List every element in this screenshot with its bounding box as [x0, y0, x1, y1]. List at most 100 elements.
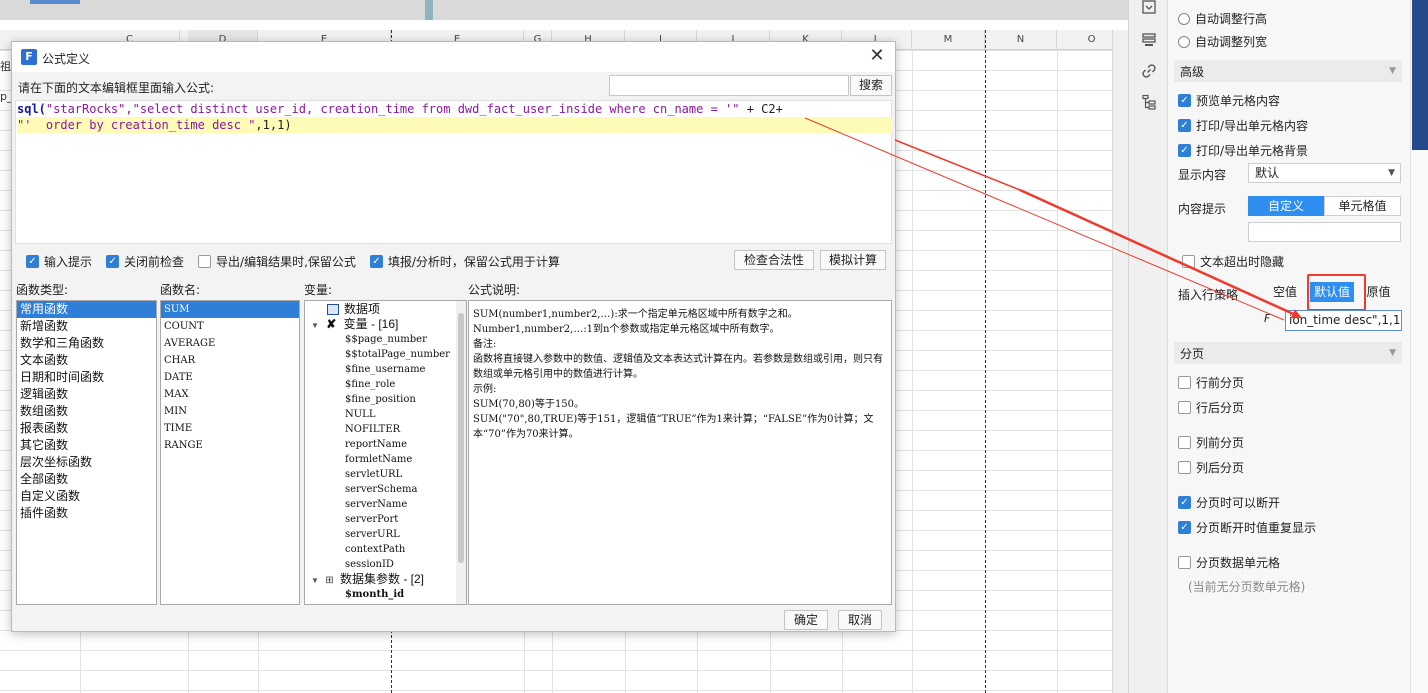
- checkbox-checked-icon[interactable]: ✓: [1178, 94, 1191, 107]
- simulate-calc-button[interactable]: 模拟计算: [820, 250, 886, 270]
- checkbox-checked-icon[interactable]: ✓: [1178, 119, 1191, 132]
- list-item[interactable]: SUM: [161, 301, 299, 318]
- checkbox-checked-icon[interactable]: ✓: [369, 255, 383, 268]
- radio-icon[interactable]: [1178, 35, 1190, 48]
- tree-leaf[interactable]: $$page_number: [305, 332, 466, 347]
- tree-leaf[interactable]: $fine_username: [305, 362, 466, 377]
- checkbox-unchecked-icon[interactable]: [198, 255, 212, 268]
- list-item[interactable]: 全部函数: [17, 471, 156, 488]
- tree-leaf[interactable]: formletName: [305, 452, 466, 467]
- checkbox-unchecked-icon[interactable]: [1178, 556, 1191, 569]
- checkbox-unchecked-icon[interactable]: [1178, 436, 1191, 449]
- page-breakable-option[interactable]: ✓ 分页时可以断开: [1178, 494, 1280, 511]
- expand-chevron-icon[interactable]: ▼: [311, 576, 319, 585]
- tree-leaf[interactable]: contextPath: [305, 542, 466, 557]
- collapse-caret-icon[interactable]: ▼: [1389, 66, 1396, 76]
- expand-chevron-icon[interactable]: ▼: [311, 321, 319, 330]
- list-item[interactable]: 插件函数: [17, 505, 156, 522]
- tree-leaf[interactable]: sessionID: [305, 557, 466, 572]
- tree-leaf[interactable]: serverURL: [305, 527, 466, 542]
- tree-leaf[interactable]: servletURL: [305, 467, 466, 482]
- search-button[interactable]: 搜索: [850, 75, 892, 96]
- checkbox-checked-icon[interactable]: ✓: [1178, 521, 1191, 534]
- scrollbar-thumb[interactable]: [458, 313, 464, 563]
- function-name-list[interactable]: SUM COUNT AVERAGE CHAR DATE MAX MIN TIME…: [160, 300, 300, 605]
- variable-tree[interactable]: 数据项 ▼ ✘ 变量 - [16] $$page_number $$totalP…: [304, 300, 467, 605]
- list-item[interactable]: 数组函数: [17, 403, 156, 420]
- overflow-hide-option[interactable]: 文本超出时隐藏: [1182, 253, 1284, 270]
- tree-leaf[interactable]: serverName: [305, 497, 466, 512]
- tree-vertical-scrollbar[interactable]: [456, 301, 466, 604]
- column-header[interactable]: M: [912, 30, 985, 50]
- tree-structure-icon[interactable]: [1141, 94, 1157, 110]
- display-content-select[interactable]: 默认 ▼: [1248, 163, 1401, 183]
- panel-vertical-scrollbar[interactable]: [1410, 0, 1428, 693]
- list-item[interactable]: AVERAGE: [161, 335, 299, 352]
- tree-leaf[interactable]: serverSchema: [305, 482, 466, 497]
- page-before-row-option[interactable]: 行前分页: [1178, 374, 1244, 391]
- list-item[interactable]: RANGE: [161, 437, 299, 454]
- tree-item-dataset-params[interactable]: ▼ ⊞ 数据集参数 - [2]: [305, 572, 466, 587]
- column-header[interactable]: N: [985, 30, 1057, 50]
- checkbox-unchecked-icon[interactable]: [1178, 401, 1191, 414]
- content-hint-input[interactable]: [1248, 222, 1401, 242]
- close-icon[interactable]: ✕: [867, 46, 887, 66]
- keep-formula-fill-option[interactable]: ✓ 填报/分析时，保留公式用于计算: [369, 253, 560, 270]
- cell-attribute-icon[interactable]: [1141, 0, 1157, 16]
- tree-leaf[interactable]: serverPort: [305, 512, 466, 527]
- list-item[interactable]: 报表函数: [17, 420, 156, 437]
- widget-settings-icon[interactable]: [1141, 32, 1157, 48]
- list-item[interactable]: DATE: [161, 369, 299, 386]
- page-before-col-option[interactable]: 列前分页: [1178, 434, 1244, 451]
- print-background-option[interactable]: ✓ 打印/导出单元格背景: [1178, 142, 1308, 159]
- checkbox-checked-icon[interactable]: ✓: [1178, 144, 1191, 157]
- radio-icon[interactable]: [1178, 12, 1190, 25]
- auto-col-width-option[interactable]: 自动调整列宽: [1178, 33, 1267, 50]
- keep-formula-export-option[interactable]: 导出/编辑结果时,保留公式: [198, 253, 356, 270]
- check-validity-button[interactable]: 检查合法性: [734, 250, 814, 270]
- dialog-titlebar[interactable]: F 公式定义 ✕: [12, 42, 895, 72]
- scrollbar-thumb[interactable]: [1412, 0, 1428, 150]
- hyperlink-icon[interactable]: [1141, 63, 1157, 79]
- hint-custom-button[interactable]: 自定义: [1248, 196, 1324, 216]
- print-content-option[interactable]: ✓ 打印/导出单元格内容: [1178, 117, 1308, 134]
- hint-cell-value-button[interactable]: 单元格值: [1324, 196, 1401, 216]
- check-before-close-option[interactable]: ✓ 关闭前检查: [106, 253, 184, 270]
- tree-leaf[interactable]: $fine_role: [305, 377, 466, 392]
- tree-leaf[interactable]: $fine_position: [305, 392, 466, 407]
- page-repeat-option[interactable]: ✓ 分页断开时值重复显示: [1178, 519, 1316, 536]
- checkbox-checked-icon[interactable]: ✓: [106, 255, 120, 268]
- formula-editor[interactable]: sql("starRocks","select distinct user_id…: [15, 100, 892, 244]
- input-hint-option[interactable]: ✓ 输入提示: [26, 253, 92, 270]
- checkbox-unchecked-icon[interactable]: [1178, 376, 1191, 389]
- list-item[interactable]: 逻辑函数: [17, 386, 156, 403]
- list-item[interactable]: 常用函数: [17, 301, 156, 318]
- ok-button[interactable]: 确定: [784, 610, 828, 630]
- auto-row-height-option[interactable]: 自动调整行高: [1178, 10, 1267, 27]
- tree-leaf[interactable]: $month_id: [305, 587, 466, 602]
- tree-leaf[interactable]: NOFILTER: [305, 422, 466, 437]
- checkbox-checked-icon[interactable]: ✓: [1178, 496, 1191, 509]
- list-item[interactable]: CHAR: [161, 352, 299, 369]
- page-after-col-option[interactable]: 列后分页: [1178, 459, 1244, 476]
- list-item[interactable]: 文本函数: [17, 352, 156, 369]
- tree-item-data-item[interactable]: 数据项: [305, 302, 466, 317]
- search-input[interactable]: [609, 75, 849, 96]
- list-item[interactable]: COUNT: [161, 318, 299, 335]
- checkbox-unchecked-icon[interactable]: [1178, 461, 1191, 474]
- insert-empty-button[interactable]: 空值: [1262, 283, 1308, 303]
- sheet-vertical-scrollbar[interactable]: [1112, 30, 1128, 693]
- advanced-section-header[interactable]: 高级 ▼: [1174, 60, 1402, 82]
- cancel-button[interactable]: 取消: [838, 610, 882, 630]
- tree-leaf[interactable]: $$totalPage_number: [305, 347, 466, 362]
- preview-content-option[interactable]: ✓ 预览单元格内容: [1178, 92, 1280, 109]
- list-item[interactable]: MAX: [161, 386, 299, 403]
- list-item[interactable]: 其它函数: [17, 437, 156, 454]
- page-after-row-option[interactable]: 行后分页: [1178, 399, 1244, 416]
- list-item[interactable]: 自定义函数: [17, 488, 156, 505]
- list-item[interactable]: 新增函数: [17, 318, 156, 335]
- list-item[interactable]: 数学和三角函数: [17, 335, 156, 352]
- list-item[interactable]: 日期和时间函数: [17, 369, 156, 386]
- tree-leaf[interactable]: NULL: [305, 407, 466, 422]
- list-item[interactable]: MIN: [161, 403, 299, 420]
